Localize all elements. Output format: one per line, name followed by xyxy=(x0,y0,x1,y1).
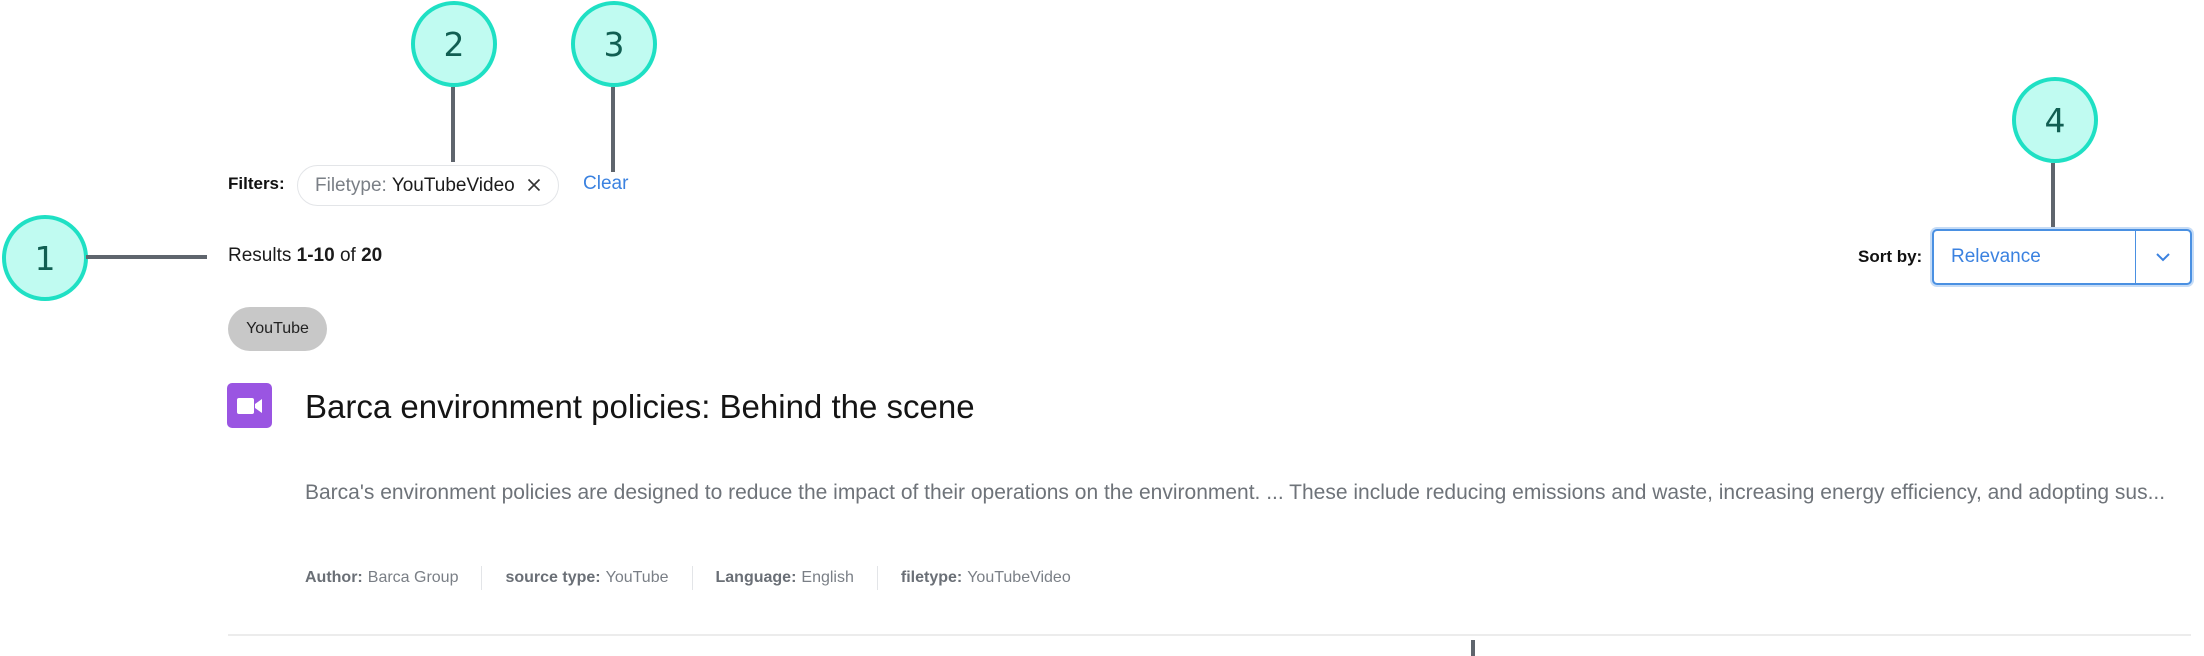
sort-selected-value: Relevance xyxy=(1951,246,2041,267)
results-count: Results 1-10 of 20 xyxy=(228,245,382,267)
clear-filters-link[interactable]: Clear xyxy=(583,173,628,195)
callout-1: 1 xyxy=(2,215,88,301)
results-prefix: Results xyxy=(228,245,292,266)
meta-filetype: filetype: YouTubeVideo xyxy=(901,569,1071,587)
meta-language: Language: English xyxy=(716,569,854,587)
result-title-link[interactable]: Barca environment policies: Behind the s… xyxy=(305,388,975,426)
filter-chip-filetype: Filetype: YouTubeVideo xyxy=(297,165,559,206)
results-total: 20 xyxy=(361,245,383,266)
meta-language-value: English xyxy=(801,569,854,586)
result-description: Barca's environment policies are designe… xyxy=(305,481,2166,504)
result-divider xyxy=(228,634,2191,636)
callout-1-connector xyxy=(86,255,207,259)
filter-chip-value: YouTubeVideo xyxy=(391,174,515,196)
meta-source-type: source type: YouTube xyxy=(505,569,668,587)
sort-select[interactable]: Relevance xyxy=(1932,229,2192,285)
callout-4: 4 xyxy=(2012,77,2098,163)
meta-separator xyxy=(691,566,693,590)
meta-author: Author: Barca Group xyxy=(305,569,458,587)
meta-filetype-label: filetype: xyxy=(900,569,963,586)
chevron-down-icon[interactable] xyxy=(2135,231,2190,283)
close-icon[interactable] xyxy=(527,176,541,196)
callout-2-connector xyxy=(451,87,455,162)
callout-connector-below xyxy=(1471,640,1475,656)
meta-source-type-value: YouTube xyxy=(605,569,669,586)
results-range: 1-10 xyxy=(296,245,335,266)
sort-label: Sort by: xyxy=(1858,247,1923,266)
filter-chip-key: Filetype: xyxy=(315,174,387,196)
meta-author-label: Author: xyxy=(305,569,363,586)
meta-source-type-label: source type: xyxy=(505,569,601,586)
meta-filetype-value: YouTubeVideo xyxy=(967,569,1071,586)
results-of: of xyxy=(339,245,356,266)
meta-author-value: Barca Group xyxy=(367,569,459,586)
meta-language-label: Language: xyxy=(715,569,797,586)
filters-label: Filters: xyxy=(228,174,285,193)
callout-3-connector xyxy=(611,87,615,172)
source-badge: YouTube xyxy=(228,307,327,351)
callout-4-connector xyxy=(2051,163,2055,229)
callout-3: 3 xyxy=(571,1,657,87)
meta-separator xyxy=(876,566,878,590)
meta-separator xyxy=(481,566,483,590)
callout-2: 2 xyxy=(411,1,497,87)
video-camera-icon xyxy=(227,383,272,428)
result-metadata: Author: Barca Group source type: YouTube… xyxy=(305,566,1071,590)
